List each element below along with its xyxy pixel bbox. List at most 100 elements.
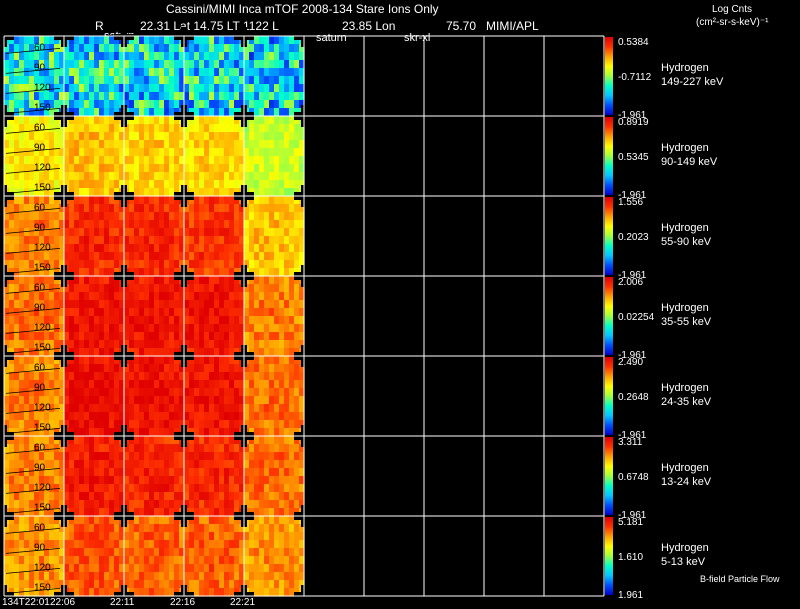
- heatmap-cell: [84, 100, 90, 109]
- heatmap-cell: [219, 44, 225, 53]
- heatmap-cell: [79, 100, 85, 109]
- heatmap-cell: [154, 276, 160, 285]
- heatmap-cell: [219, 108, 225, 117]
- heatmap-cell: [254, 212, 260, 221]
- heatmap-cell: [104, 204, 110, 213]
- heatmap-cell: [269, 100, 275, 109]
- heatmap-cell: [204, 292, 210, 301]
- heatmap-cell: [139, 132, 145, 141]
- heatmap-cell: [279, 476, 285, 485]
- heatmap-cell: [69, 44, 75, 53]
- heatmap-cell: [214, 140, 220, 149]
- heatmap-cell: [194, 316, 200, 325]
- heatmap-cell: [174, 124, 180, 133]
- heatmap-cell: [124, 556, 130, 565]
- y-tick-label: 90: [34, 62, 46, 73]
- heatmap-cell: [294, 500, 300, 509]
- heatmap-cell: [209, 316, 215, 325]
- heatmap-cell: [134, 76, 140, 85]
- heatmap-cell: [169, 156, 175, 165]
- heatmap-cell: [149, 556, 155, 565]
- heatmap-cell: [254, 564, 260, 573]
- heatmap-cell: [104, 316, 110, 325]
- heatmap-cell: [164, 324, 170, 333]
- heatmap-cell: [114, 564, 120, 573]
- heatmap-cell: [219, 380, 225, 389]
- heatmap-cell: [164, 332, 170, 341]
- heatmap-cell: [134, 484, 140, 493]
- heatmap-cell: [19, 556, 25, 565]
- heatmap-cell: [184, 148, 190, 157]
- heatmap-cell: [274, 300, 280, 309]
- heatmap-cell: [159, 60, 165, 69]
- heatmap-cell: [269, 564, 275, 573]
- heatmap-cell: [229, 196, 235, 205]
- heatmap-cell: [19, 196, 25, 205]
- heatmap-cell: [254, 436, 260, 445]
- heatmap-cell: [114, 164, 120, 173]
- heatmap-cell: [84, 220, 90, 229]
- heatmap-cell: [109, 444, 115, 453]
- heatmap-cell: [184, 212, 190, 221]
- heatmap-cell: [134, 36, 140, 45]
- heatmap-cell: [94, 372, 100, 381]
- y-tick-label: 90: [34, 382, 46, 393]
- heatmap-cell: [144, 268, 150, 277]
- heatmap-cell: [9, 324, 15, 333]
- heatmap-cell: [144, 572, 150, 581]
- heatmap-cell: [114, 500, 120, 509]
- heatmap-cell: [89, 132, 95, 141]
- heatmap-cell: [74, 76, 80, 85]
- heatmap-cell: [274, 380, 280, 389]
- heatmap-cell: [144, 516, 150, 525]
- heatmap-cell: [154, 156, 160, 165]
- heatmap-cell: [109, 396, 115, 405]
- heatmap-cell: [149, 388, 155, 397]
- heatmap-cell: [84, 388, 90, 397]
- heatmap-cell: [19, 332, 25, 341]
- heatmap-cell: [279, 580, 285, 589]
- heatmap-cell: [229, 220, 235, 229]
- heatmap-cell: [294, 132, 300, 141]
- heatmap-cell: [209, 108, 215, 117]
- heatmap-cell: [194, 300, 200, 309]
- heatmap-cell: [284, 236, 290, 245]
- heatmap-cell: [174, 292, 180, 301]
- heatmap-cell: [184, 388, 190, 397]
- heatmap-cell: [284, 540, 290, 549]
- heatmap-cell: [209, 444, 215, 453]
- heatmap-cell: [129, 476, 135, 485]
- heatmap-cell: [154, 116, 160, 125]
- heatmap-cell: [214, 236, 220, 245]
- heatmap-cell: [134, 196, 140, 205]
- heatmap-cell: [274, 572, 280, 581]
- heatmap-cell: [209, 164, 215, 173]
- heatmap-cell: [124, 172, 130, 181]
- heatmap-cell: [199, 340, 205, 349]
- heatmap-cell: [174, 492, 180, 501]
- heatmap-cell: [104, 540, 110, 549]
- heatmap-cell: [229, 76, 235, 85]
- heatmap-cell: [224, 484, 230, 493]
- heatmap-cell: [79, 252, 85, 261]
- heatmap-cell: [69, 124, 75, 133]
- heatmap-cell: [129, 420, 135, 429]
- heatmap-cell: [194, 476, 200, 485]
- heatmap-cell: [109, 220, 115, 229]
- heatmap-cell: [204, 84, 210, 93]
- heatmap-cell: [219, 484, 225, 493]
- heatmap-cell: [294, 316, 300, 325]
- heatmap-cell: [224, 236, 230, 245]
- heatmap-cell: [174, 388, 180, 397]
- heatmap-cell: [279, 532, 285, 541]
- heatmap-cell: [224, 196, 230, 205]
- heatmap-cell: [94, 396, 100, 405]
- heatmap-cell: [129, 580, 135, 589]
- heatmap-cell: [229, 572, 235, 581]
- heatmap-cell: [234, 572, 240, 581]
- heatmap-cell: [134, 180, 140, 189]
- heatmap-cell: [89, 348, 95, 357]
- colorbar-max-label: 1.556: [618, 197, 643, 208]
- heatmap-cell: [104, 532, 110, 541]
- heatmap-cell: [164, 268, 170, 277]
